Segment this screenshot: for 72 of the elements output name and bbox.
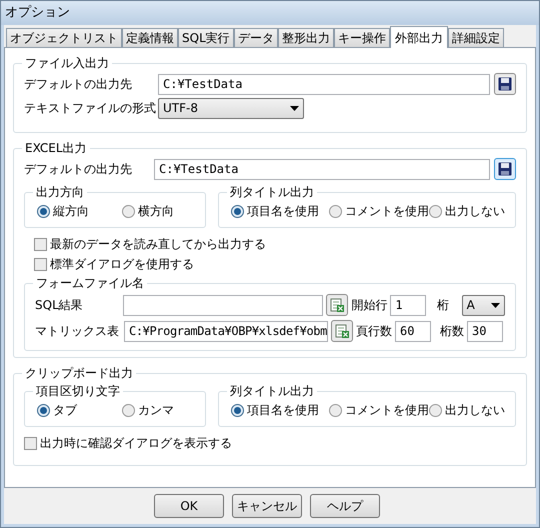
save-button[interactable]: [494, 73, 516, 95]
path-field[interactable]: C:¥TestData: [154, 158, 490, 180]
dialog-button[interactable]: OK: [154, 494, 224, 518]
checkbox[interactable]: [34, 258, 47, 270]
radio-label[interactable]: タブ: [53, 401, 77, 419]
tab[interactable]: 定義情報: [122, 28, 178, 47]
group-title: 出力方向: [35, 184, 85, 201]
radio-label[interactable]: 項目名を使用: [247, 401, 319, 419]
dialog-button[interactable]: ヘルプ: [310, 494, 380, 518]
radio-label[interactable]: コメントを使用: [345, 202, 429, 220]
radio-button[interactable]: [329, 204, 342, 218]
excel-file-button[interactable]: [326, 294, 348, 316]
input-field[interactable]: 60: [395, 320, 431, 342]
field-label: マトリックス表: [35, 323, 120, 340]
spreadsheet-icon: [334, 324, 350, 338]
excel-file-button[interactable]: [331, 320, 353, 342]
radio-label[interactable]: 出力しない: [445, 401, 505, 419]
checkbox-label[interactable]: 出力時に確認ダイアログを表示する: [40, 434, 232, 452]
spreadsheet-icon: [330, 298, 345, 312]
field-label: SQL結果: [35, 297, 84, 314]
input-field[interactable]: [122, 294, 324, 316]
radio-button[interactable]: [231, 404, 244, 416]
radio-button[interactable]: [122, 204, 135, 218]
dropdown[interactable]: A: [462, 294, 505, 316]
tab[interactable]: 整形出力: [278, 28, 334, 47]
field-label: 桁: [436, 297, 450, 314]
tab[interactable]: データ: [234, 28, 278, 47]
tab[interactable]: キー操作: [334, 28, 390, 47]
radio-label[interactable]: カンマ: [138, 401, 174, 419]
radio-button[interactable]: [231, 204, 244, 218]
tab[interactable]: 外部出力: [390, 26, 448, 48]
radio-button[interactable]: [122, 404, 135, 416]
field-label: 開始行: [351, 297, 388, 314]
radio-label[interactable]: コメントを使用: [345, 401, 429, 419]
tab[interactable]: SQL実行: [178, 28, 234, 47]
dropdown[interactable]: UTF-8: [158, 98, 304, 118]
input-field[interactable]: 1: [390, 294, 426, 316]
path-field[interactable]: C:¥ProgramData¥OBP¥xlsdef¥obm: [124, 320, 328, 342]
save-button[interactable]: [494, 158, 516, 180]
tab[interactable]: オブジェクトリスト: [6, 28, 122, 47]
checkbox-label[interactable]: 最新のデータを読み直してから出力する: [50, 235, 266, 253]
tab[interactable]: 詳細設定: [448, 28, 504, 47]
checkbox[interactable]: [24, 436, 37, 450]
group-title: 列タイトル出力: [229, 383, 315, 400]
radio-label[interactable]: 出力しない: [445, 202, 505, 220]
group-title: ファイル入出力: [24, 55, 110, 72]
checkbox[interactable]: [34, 238, 47, 250]
radio-button[interactable]: [329, 404, 342, 416]
field-label: デフォルトの出力先: [24, 76, 133, 93]
radio-label[interactable]: 項目名を使用: [247, 202, 319, 220]
dropdown-arrow-icon: [491, 302, 500, 308]
window-title: オプション: [5, 4, 70, 22]
radio-button[interactable]: [37, 404, 50, 416]
path-field[interactable]: C:¥TestData: [158, 74, 490, 94]
radio-label[interactable]: 横方向: [138, 202, 174, 220]
dropdown-arrow-icon: [290, 106, 299, 110]
radio-button[interactable]: [429, 404, 442, 416]
radio-label[interactable]: 縦方向: [53, 202, 89, 220]
dialog-button[interactable]: キャンセル: [232, 494, 302, 518]
group-title: 列タイトル出力: [229, 184, 315, 201]
group-title: EXCEL出力: [24, 140, 88, 157]
field-label: 頁行数: [356, 323, 392, 340]
field-label: テキストファイルの形式: [24, 100, 156, 117]
group-title: 項目区切り文字: [35, 383, 121, 400]
input-field[interactable]: 30: [467, 320, 503, 342]
checkbox-label[interactable]: 標準ダイアログを使用する: [50, 255, 194, 273]
group-title: フォームファイル名: [35, 275, 145, 292]
field-label: デフォルトの出力先: [24, 161, 133, 178]
field-label: 桁数: [440, 323, 464, 340]
group-title: クリップボード出力: [24, 365, 134, 382]
radio-button[interactable]: [429, 204, 442, 218]
radio-button[interactable]: [37, 204, 50, 218]
